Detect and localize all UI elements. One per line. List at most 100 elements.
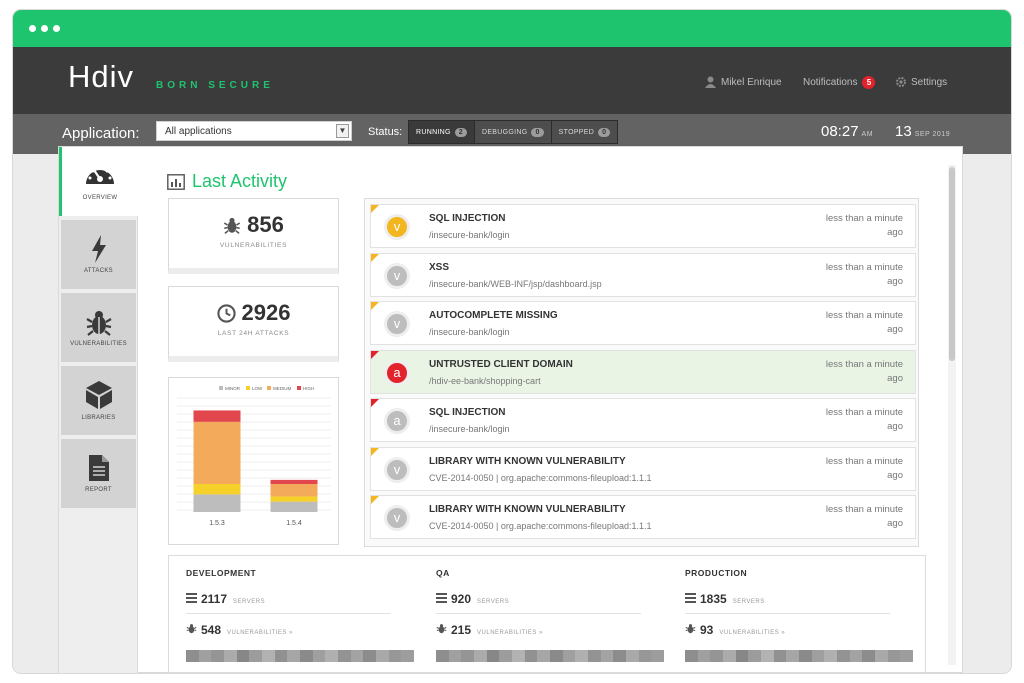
bar-1.5.3-medium[interactable]: [193, 421, 241, 485]
sidebar-item-vulnerabilities[interactable]: VULNERABILITIES: [61, 293, 136, 362]
activity-bar-segment: [710, 650, 724, 662]
servers-icon: [186, 593, 197, 603]
bar-1.5.3-minor[interactable]: [193, 494, 241, 512]
activity-bar-segment: [900, 650, 914, 662]
sidebar: OVERVIEW ATTACKS VULNERABILITIES LIBRARI…: [59, 147, 138, 673]
severity-flag: [371, 302, 379, 310]
environment-name: PRODUCTION: [685, 568, 748, 578]
activity-bar-segment: [376, 650, 389, 662]
activity-bar-segment: [186, 650, 199, 662]
bar-1.5.3-low[interactable]: [193, 484, 241, 495]
activity-time: less than a minute ago: [825, 504, 903, 529]
application-select[interactable]: All applications ▼: [156, 121, 352, 141]
vulnerabilities-link[interactable]: VULNERABILITIES »: [477, 630, 543, 636]
activity-bar-segment: [338, 650, 351, 662]
divider: [436, 613, 641, 614]
activity-row[interactable]: v LIBRARY WITH KNOWN VULNERABILITY CVE-201…: [370, 446, 916, 491]
environment-activity-bar: [685, 650, 914, 662]
activity-bar-segment: [748, 650, 762, 662]
bug-icon: [685, 624, 696, 634]
sidebar-item-label: LIBRARIES: [81, 415, 116, 421]
activity-path: /insecure-bank/login: [429, 230, 510, 240]
activity-type-badge: a: [384, 359, 410, 386]
activity-row[interactable]: v AUTOCOMPLETE MISSING/insecure-bank/logi…: [370, 301, 916, 345]
activity-bar-segment: [448, 650, 462, 662]
user-name: Mikel Enrique: [721, 76, 782, 88]
activity-bar-segment: [461, 650, 475, 662]
sidebar-item-report[interactable]: REPORT: [61, 439, 136, 508]
activity-row[interactable]: a SQL INJECTION/insecure-bank/login less t…: [370, 398, 916, 442]
attacks-stat-card[interactable]: 2926 LAST 24H ATTACKS: [168, 286, 339, 362]
servers-icon: [436, 593, 447, 603]
activity-bar-segment: [849, 650, 863, 662]
hdiv-logo[interactable]: Hdiv: [68, 59, 134, 95]
activity-bar-segment: [600, 650, 614, 662]
sidebar-item-libraries[interactable]: LIBRARIES: [61, 366, 136, 435]
window-minimize-control[interactable]: [41, 25, 48, 32]
top-navbar: Hdiv BORN SECURE Mikel Enrique Notificat…: [13, 47, 1011, 114]
divider: [186, 613, 391, 614]
bar-1.5.4-minor[interactable]: [270, 501, 318, 512]
activity-bar-segment: [697, 650, 711, 662]
status-stopped-button[interactable]: STOPPED 0: [551, 121, 618, 143]
bar-1.5.4-high[interactable]: [270, 479, 318, 485]
environment-development[interactable]: DEVELOPMENT 2117 SERVERS 548 VULNERABILI…: [169, 556, 419, 673]
bar-1.5.3-high[interactable]: [193, 410, 241, 422]
speedometer-icon: [86, 166, 114, 184]
environment-qa[interactable]: QA 920 SERVERS 215 VULNERABILITIES »: [419, 556, 669, 673]
window-close-control[interactable]: [29, 25, 36, 32]
sidebar-item-overview[interactable]: OVERVIEW: [59, 147, 138, 216]
document-icon: [88, 455, 109, 481]
severity-flag: [371, 399, 379, 407]
cube-icon: [85, 381, 112, 409]
tagline: BORN SECURE: [156, 80, 274, 91]
vulnerabilities-stat-card[interactable]: 856 VULNERABILITIES: [168, 198, 339, 274]
activity-path: /insecure-bank/login: [429, 424, 510, 434]
activity-row[interactable]: v SQL INJECTION/insecure-bank/login less t…: [370, 204, 916, 248]
activity-path: CVE-2014-0050 | org.apache:commons-fileu…: [429, 472, 652, 483]
activity-path: /hdiv-ee-bank/shopping-cart: [429, 375, 541, 386]
servers-count: 2117: [201, 592, 228, 606]
date-month-year: SEP 2019: [914, 131, 951, 138]
bar-1.5.4-medium[interactable]: [270, 484, 318, 497]
activity-type-badge: v: [384, 311, 410, 337]
activity-type-badge: v: [384, 505, 410, 531]
settings-link[interactable]: Settings: [895, 76, 947, 88]
bar-1.5.4-low[interactable]: [270, 496, 318, 502]
status-debugging-label: DEBUGGING: [481, 128, 528, 136]
activity-bar-segment: [274, 650, 288, 662]
status-running-button[interactable]: RUNNING 2: [409, 121, 475, 143]
severity-flag: [371, 447, 379, 456]
environments-summary: DEVELOPMENT 2117 SERVERS 548 VULNERABILI…: [168, 555, 926, 673]
activity-row[interactable]: a UNTRUSTED CLIENT DOMAIN/hdiv-ee-bank/sh…: [370, 349, 916, 394]
severity-bar-chart: MINOR LOW MEDIUM HIGH 1.5.3 1.5.4: [177, 386, 331, 527]
activity-title: UNTRUSTED CLIENT DOMAIN: [429, 358, 573, 370]
activity-row[interactable]: v LIBRARY WITH KNOWN VULNERABILITY CVE-201…: [370, 495, 916, 539]
status-debugging-button[interactable]: DEBUGGING 0: [474, 121, 552, 143]
status-running-label: RUNNING: [416, 128, 451, 136]
activity-bar-segment: [837, 650, 850, 662]
vulnerabilities-link[interactable]: VULNERABILITIES »: [719, 630, 785, 636]
activity-bar-segment: [198, 650, 212, 662]
activity-bar-segment: [651, 650, 665, 662]
activity-row[interactable]: v XSS/insecure-bank/WEB-INF/jsp/dashboard…: [370, 252, 916, 297]
servers-count: 1835: [700, 592, 727, 606]
scrollbar-thumb[interactable]: [949, 167, 955, 361]
activity-bar-segment: [401, 650, 415, 662]
environment-production[interactable]: PRODUCTION 1835 SERVERS 93 VULNERABILITI…: [668, 556, 918, 673]
main-panel: OVERVIEW ATTACKS VULNERABILITIES LIBRARI…: [58, 146, 963, 673]
activity-bar-segment: [486, 650, 500, 662]
chevron-down-icon[interactable]: ▼: [336, 124, 349, 138]
user-menu[interactable]: Mikel Enrique: [705, 76, 782, 88]
activity-bar-segment: [474, 650, 487, 662]
notifications-link[interactable]: Notifications 5: [803, 76, 876, 89]
activity-title: LIBRARY WITH KNOWN VULNERABILITY: [429, 455, 626, 467]
activity-type-badge: a: [384, 408, 410, 434]
sidebar-item-attacks[interactable]: ATTACKS: [61, 220, 136, 289]
vulnerabilities-link[interactable]: VULNERABILITIES »: [227, 630, 293, 636]
activity-bar-segment: [300, 650, 313, 662]
sidebar-item-label: ATTACKS: [84, 268, 113, 274]
window-maximize-control[interactable]: [53, 25, 60, 32]
activity-title: SQL INJECTION: [429, 213, 506, 224]
activity-bar-segment: [638, 650, 652, 662]
